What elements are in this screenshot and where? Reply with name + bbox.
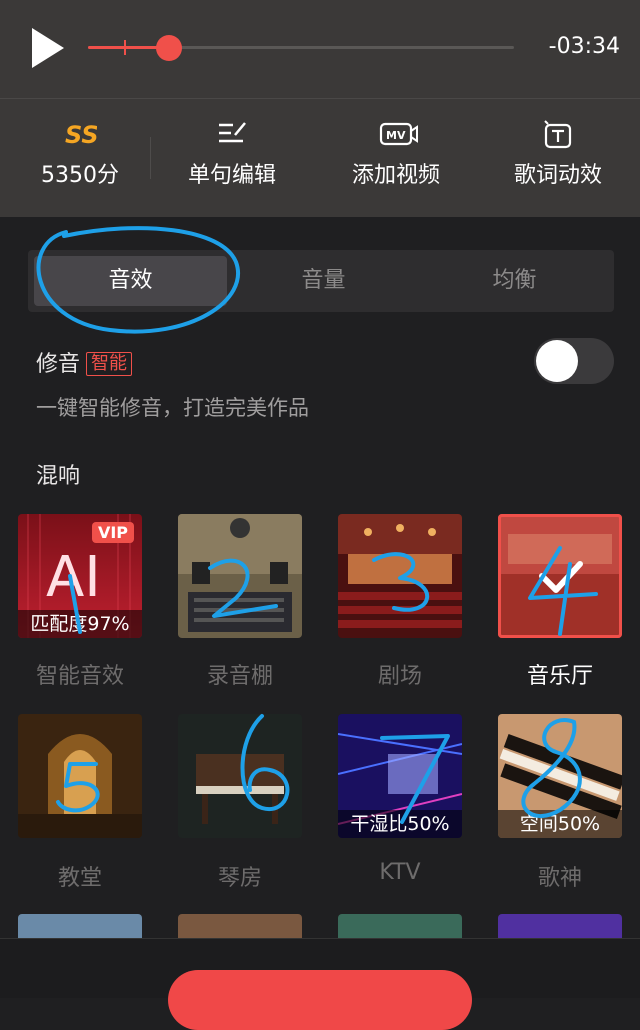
reverb-tile-partial[interactable] bbox=[178, 914, 302, 938]
concert-hall-thumbnail bbox=[498, 514, 622, 638]
repair-title: 修音 bbox=[36, 352, 81, 377]
reverb-tile-smart[interactable]: AI VIP 匹配度97% bbox=[18, 514, 142, 638]
tile-label-smart: 智能音效 bbox=[35, 664, 124, 689]
mv-icon: MV bbox=[379, 122, 418, 146]
tile-label-ktv: KTV bbox=[379, 860, 421, 885]
lyric-effect-icon bbox=[544, 120, 572, 149]
piano-room-thumbnail bbox=[178, 714, 302, 838]
reverb-tile-theater[interactable] bbox=[338, 514, 462, 638]
primary-action-button[interactable] bbox=[168, 970, 472, 1030]
church-thumbnail bbox=[18, 714, 142, 838]
reverb-tile-partial[interactable] bbox=[18, 914, 142, 938]
repair-toggle[interactable] bbox=[534, 338, 614, 384]
score-button[interactable]: SS 5350分 bbox=[0, 99, 160, 217]
match-caption: 匹配度97% bbox=[18, 610, 142, 638]
repair-description: 一键智能修音，打造完美作品 bbox=[36, 396, 309, 420]
reverb-tile-partial[interactable] bbox=[338, 914, 462, 938]
progress-knob[interactable] bbox=[155, 35, 182, 61]
reverb-tile-partial[interactable] bbox=[498, 914, 622, 938]
tile-label-studio: 录音棚 bbox=[206, 664, 273, 689]
tab-sound-effect[interactable]: 音效 bbox=[34, 256, 227, 306]
tile-label-piano-room: 琴房 bbox=[217, 866, 262, 891]
edit-line-button[interactable]: 单句编辑 bbox=[152, 99, 312, 217]
reverb-tile-singer[interactable]: 空间50% bbox=[498, 714, 622, 838]
bottom-divider bbox=[0, 938, 640, 939]
score-icon: SS bbox=[65, 121, 97, 149]
svg-text:MV: MV bbox=[386, 129, 406, 142]
theater-thumbnail bbox=[338, 514, 462, 638]
wet-dry-caption: 干湿比50% bbox=[338, 810, 462, 838]
repair-title-row: 修音 智能 bbox=[36, 346, 133, 378]
effect-tabs: 音效 音量 均衡 bbox=[28, 250, 614, 312]
progress-track[interactable] bbox=[88, 35, 514, 61]
remaining-time: -03:34 bbox=[548, 34, 620, 59]
add-video-label: 添加视频 bbox=[351, 163, 440, 188]
tile-label-theater: 剧场 bbox=[377, 664, 422, 689]
lyric-effect-label: 歌词动效 bbox=[513, 163, 602, 188]
svg-text:SS: SS bbox=[65, 121, 97, 149]
toggle-knob bbox=[536, 340, 578, 382]
studio-thumbnail bbox=[178, 514, 302, 638]
space-caption: 空间50% bbox=[498, 810, 622, 838]
player-bar: -03:34 bbox=[0, 0, 640, 98]
reverb-tile-concert-hall[interactable] bbox=[498, 514, 622, 638]
tab-volume[interactable]: 音量 bbox=[227, 256, 420, 306]
tab-equalizer[interactable]: 均衡 bbox=[418, 256, 611, 306]
edit-line-label: 单句编辑 bbox=[187, 163, 276, 188]
reverb-title: 混响 bbox=[36, 464, 81, 489]
tile-label-concert-hall: 音乐厅 bbox=[526, 664, 593, 689]
lyric-effect-button[interactable]: 歌词动效 bbox=[478, 99, 638, 217]
reverb-tile-studio[interactable] bbox=[178, 514, 302, 638]
add-video-button[interactable]: MV 添加视频 bbox=[316, 99, 476, 217]
reverb-tile-ktv[interactable]: 干湿比50% bbox=[338, 714, 462, 838]
reverb-tile-church[interactable] bbox=[18, 714, 142, 838]
toolbar-divider bbox=[150, 137, 151, 179]
score-label: 5350分 bbox=[41, 163, 119, 188]
progress-marker bbox=[124, 40, 126, 55]
tile-label-church: 教堂 bbox=[57, 866, 102, 891]
reverb-tile-piano-room[interactable] bbox=[178, 714, 302, 838]
play-icon[interactable] bbox=[28, 26, 68, 70]
smart-badge: 智能 bbox=[86, 352, 133, 376]
svg-text:AI: AI bbox=[46, 545, 101, 610]
toolbar: SS 5350分 单句编辑 MV 添加视频 歌词动效 bbox=[0, 99, 640, 217]
bottom-bar bbox=[0, 938, 640, 1030]
edit-line-icon bbox=[219, 122, 246, 143]
vip-badge: VIP bbox=[91, 522, 134, 543]
tile-label-singer: 歌神 bbox=[537, 866, 582, 891]
